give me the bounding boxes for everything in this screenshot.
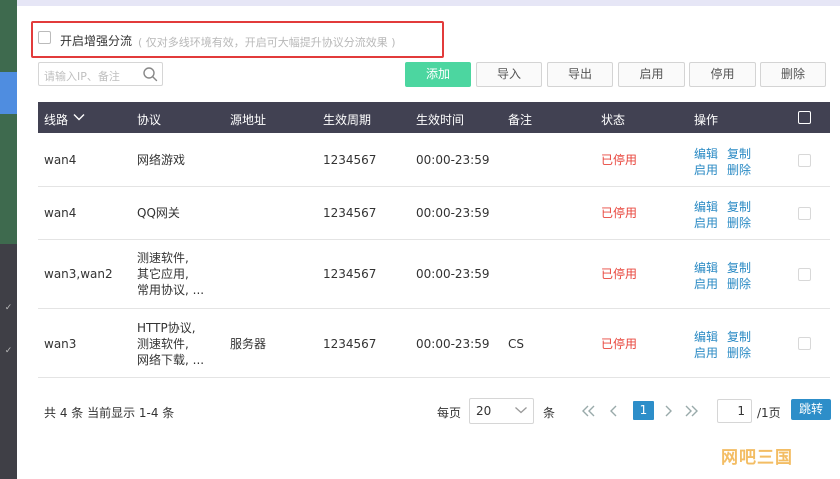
copy-link[interactable]: 复制	[727, 328, 751, 345]
cell-line: wan4	[44, 206, 77, 220]
cell-period: 1234567	[323, 337, 377, 351]
enhanced-split-hint: ( 仅对多线环境有效，开启可大幅提升协议分流效果 )	[138, 36, 396, 49]
cell-time: 00:00-23:59	[416, 337, 490, 351]
header-line[interactable]: 线路	[44, 111, 68, 128]
cell-protocol: 常用协议, ...	[137, 283, 205, 297]
jump-button[interactable]: 跳转	[791, 399, 831, 420]
per-page-value: 20	[476, 404, 492, 418]
chevron-down-icon[interactable]	[514, 405, 528, 415]
delete-link[interactable]: 删除	[727, 214, 751, 231]
per-page-label: 每页	[437, 406, 462, 420]
delete-button[interactable]: 删除	[760, 62, 826, 87]
sidebar-section-active[interactable]	[0, 72, 17, 114]
enable-link[interactable]: 启用	[694, 161, 718, 178]
current-page[interactable]: 1	[633, 401, 654, 420]
row-divider	[38, 239, 830, 240]
disable-button[interactable]: 停用	[689, 62, 756, 87]
cell-protocol: 网络下载, ...	[137, 353, 205, 367]
cell-line: wan4	[44, 153, 77, 167]
cell-period: 1234567	[323, 153, 377, 167]
cell-line: wan3,wan2	[44, 267, 113, 281]
copy-link[interactable]: 复制	[727, 259, 751, 276]
enable-button[interactable]: 启用	[618, 62, 685, 87]
select-all-checkbox[interactable]	[798, 111, 811, 124]
row-divider	[38, 308, 830, 309]
cell-time: 00:00-23:59	[416, 206, 490, 220]
cell-remark: CS	[508, 337, 524, 351]
row-checkbox[interactable]	[798, 207, 811, 220]
prev-page-icon[interactable]	[606, 403, 622, 419]
enhanced-split-checkbox[interactable]	[38, 31, 51, 44]
last-page-icon[interactable]	[684, 403, 700, 419]
row-divider	[38, 377, 830, 378]
copy-link[interactable]: 复制	[727, 198, 751, 215]
cell-line: wan3	[44, 337, 77, 351]
status-badge: 已停用	[601, 267, 638, 281]
cell-period: 1234567	[323, 206, 377, 220]
cell-protocol: 网络游戏	[137, 153, 186, 167]
status-badge: 已停用	[601, 153, 638, 167]
edit-link[interactable]: 编辑	[694, 259, 718, 276]
import-button[interactable]: 导入	[476, 62, 542, 87]
total-count: 共 4 条 当前显示 1-4 条	[44, 406, 175, 420]
cell-source: 服务器	[230, 337, 267, 351]
cell-protocol: 测速软件,	[137, 251, 189, 265]
search-icon[interactable]	[142, 66, 158, 82]
enhanced-split-label[interactable]: 开启增强分流	[60, 32, 132, 49]
watermark-logo: 网吧三国	[721, 448, 793, 468]
page-number-input[interactable]: 1	[717, 399, 752, 423]
export-button[interactable]: 导出	[547, 62, 613, 87]
edit-link[interactable]: 编辑	[694, 145, 718, 162]
edit-link[interactable]: 编辑	[694, 328, 718, 345]
per-page-unit: 条	[543, 406, 556, 420]
sidebar-section[interactable]	[0, 114, 17, 244]
header-protocol: 协议	[137, 113, 162, 127]
header-source: 源地址	[230, 113, 267, 127]
header-status: 状态	[601, 113, 626, 127]
chevron-down-icon[interactable]	[73, 112, 85, 122]
next-page-icon[interactable]	[660, 403, 676, 419]
cell-protocol: 其它应用,	[137, 267, 189, 281]
row-checkbox[interactable]	[798, 154, 811, 167]
top-bar	[17, 0, 840, 6]
sidebar-check-icon: ✓	[4, 346, 13, 356]
enable-link[interactable]: 启用	[694, 275, 718, 292]
delete-link[interactable]: 删除	[727, 275, 751, 292]
cell-protocol: 测速软件,	[137, 337, 189, 351]
header-period: 生效周期	[323, 113, 372, 127]
delete-link[interactable]: 删除	[727, 344, 751, 361]
header-time: 生效时间	[416, 113, 465, 127]
row-checkbox[interactable]	[798, 337, 811, 350]
header-ops: 操作	[694, 113, 719, 127]
first-page-icon[interactable]	[580, 403, 596, 419]
sidebar-check-icon: ✓	[4, 303, 13, 313]
status-badge: 已停用	[601, 337, 638, 351]
enable-link[interactable]: 启用	[694, 344, 718, 361]
page-root: ✓ ✓ 开启增强分流 ( 仅对多线环境有效，开启可大幅提升协议分流效果 ) 请输…	[0, 0, 840, 479]
delete-link[interactable]: 删除	[727, 161, 751, 178]
add-button[interactable]: 添加	[405, 62, 471, 87]
edit-link[interactable]: 编辑	[694, 198, 718, 215]
sidebar-section[interactable]	[0, 0, 17, 72]
cell-period: 1234567	[323, 267, 377, 281]
total-pages: /1页	[757, 406, 781, 420]
row-checkbox[interactable]	[798, 268, 811, 281]
cell-time: 00:00-23:59	[416, 267, 490, 281]
enable-link[interactable]: 启用	[694, 214, 718, 231]
cell-protocol: HTTP协议,	[137, 321, 196, 335]
cell-protocol: QQ网关	[137, 206, 180, 220]
copy-link[interactable]: 复制	[727, 145, 751, 162]
sidebar: ✓ ✓	[0, 0, 17, 479]
cell-time: 00:00-23:59	[416, 153, 490, 167]
row-divider	[38, 186, 830, 187]
header-remark: 备注	[508, 113, 533, 127]
search-placeholder: 请输入IP、备注	[44, 70, 120, 83]
status-badge: 已停用	[601, 206, 638, 220]
